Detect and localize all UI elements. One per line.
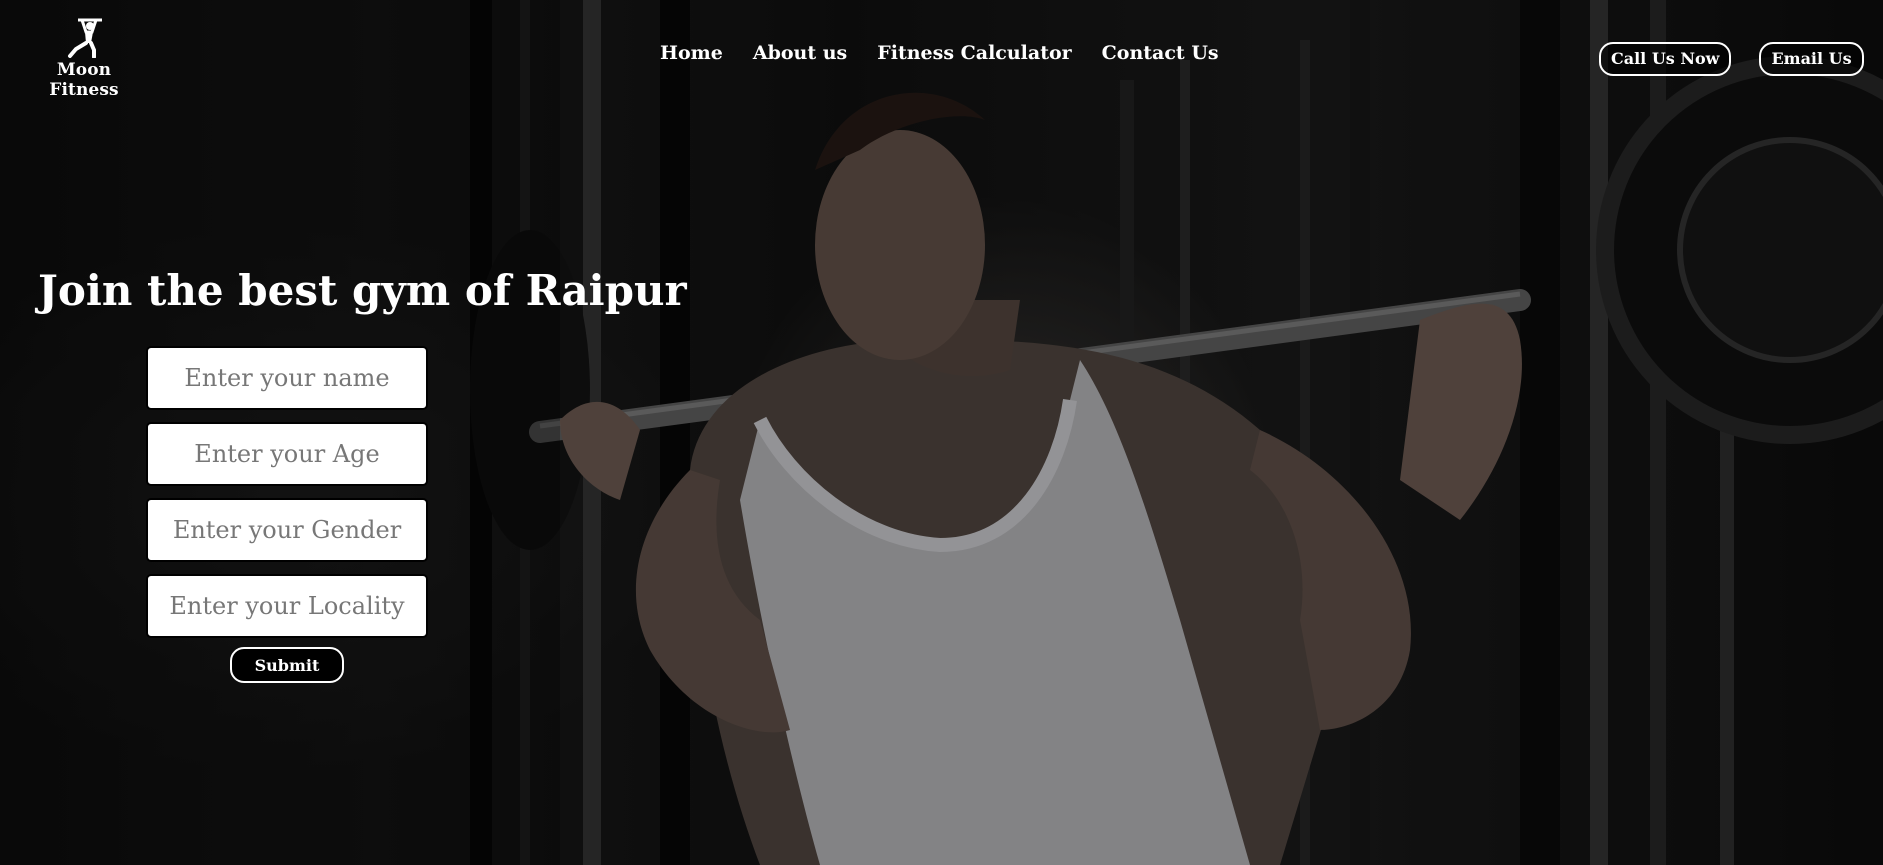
contact-buttons: Call Us Now Email Us bbox=[1599, 42, 1864, 76]
nav-item-fitness-calculator[interactable]: Fitness Calculator bbox=[877, 42, 1071, 64]
weightlifter-icon bbox=[68, 18, 102, 58]
hero-headline: Join the best gym of Raipur bbox=[38, 266, 687, 315]
nav-item-home[interactable]: Home bbox=[660, 42, 723, 64]
locality-input[interactable] bbox=[146, 574, 428, 638]
nav-item-about-us[interactable]: About us bbox=[753, 42, 847, 64]
brand-name: Moon Fitness bbox=[49, 60, 119, 100]
nav-item-contact-us[interactable]: Contact Us bbox=[1102, 42, 1219, 64]
brand-logo[interactable]: Moon Fitness bbox=[26, 16, 142, 100]
submit-button[interactable]: Submit bbox=[230, 647, 344, 683]
gender-input[interactable] bbox=[146, 498, 428, 562]
join-form: Submit bbox=[146, 346, 428, 683]
call-us-now-button[interactable]: Call Us Now bbox=[1599, 42, 1732, 76]
hero-section: Moon Fitness Home About us Fitness Calcu… bbox=[0, 0, 1883, 865]
name-input[interactable] bbox=[146, 346, 428, 410]
main-nav: Home About us Fitness Calculator Contact… bbox=[660, 42, 1219, 64]
email-us-button[interactable]: Email Us bbox=[1759, 42, 1864, 76]
age-input[interactable] bbox=[146, 422, 428, 486]
